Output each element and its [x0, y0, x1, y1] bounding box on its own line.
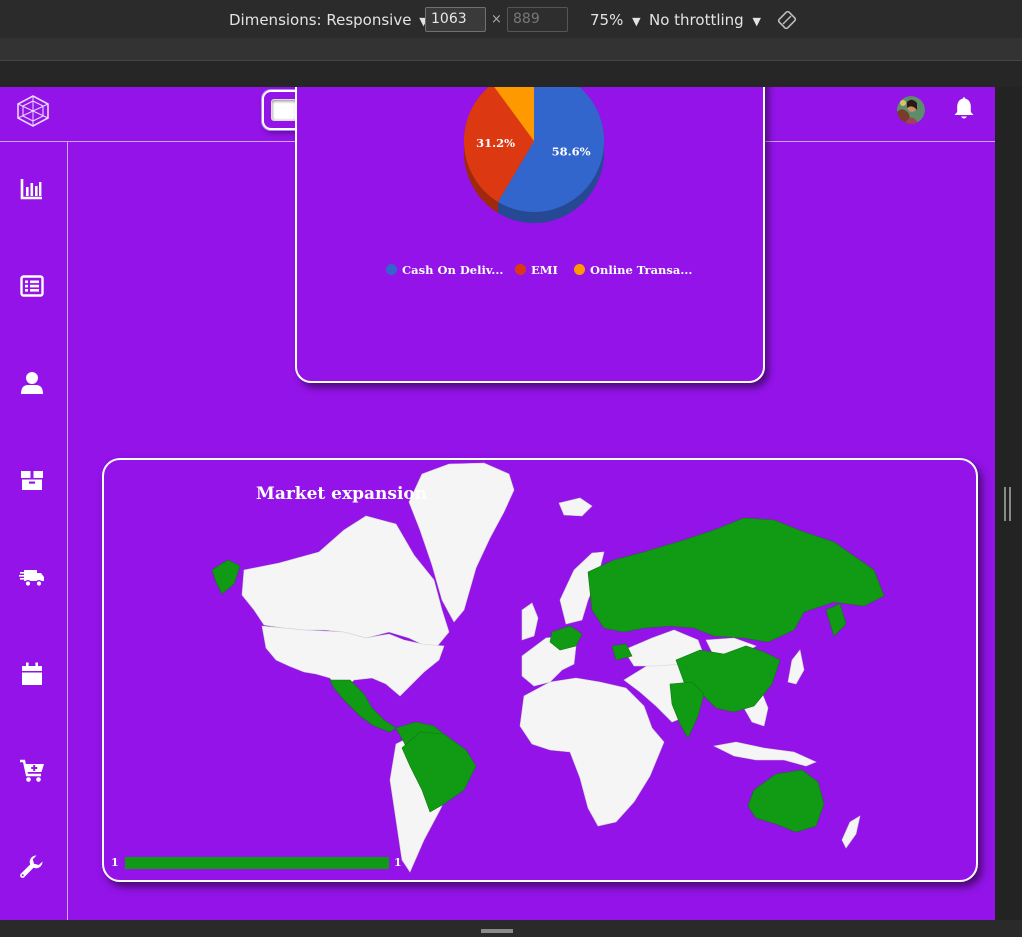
- height-input[interactable]: 889: [507, 7, 568, 32]
- sidebar: [0, 142, 68, 920]
- region-indonesia: [713, 741, 817, 767]
- legend-swatch: [515, 264, 526, 275]
- pie-slice-label: 31.2%: [476, 136, 515, 150]
- scale-max-label: 1: [394, 856, 402, 869]
- region-kamchatka: [825, 603, 847, 637]
- region-africa: [519, 677, 665, 827]
- world-map[interactable]: [104, 460, 976, 880]
- legend-item[interactable]: EMI: [515, 263, 558, 277]
- region-uk: [521, 602, 539, 641]
- legend-item[interactable]: Online Transa...: [574, 263, 692, 277]
- zoom-chevron-icon: ▼: [632, 15, 641, 28]
- region-mexico: [329, 679, 397, 733]
- box-icon[interactable]: [19, 467, 45, 493]
- width-input[interactable]: 1063: [425, 7, 486, 32]
- zoom-label: 75%: [590, 11, 624, 29]
- bell-icon[interactable]: [952, 95, 976, 121]
- device-toolbar: Dimensions: Responsive ▼ 1063 × 889 75% …: [0, 0, 1022, 38]
- avatar[interactable]: [897, 96, 925, 124]
- wrench-icon[interactable]: [19, 855, 45, 881]
- market-expansion-card: Market expansion 1 1: [102, 458, 978, 882]
- calendar-icon[interactable]: [19, 661, 45, 687]
- dimensions-label: Dimensions: Responsive: [229, 11, 412, 29]
- rotate-icon[interactable]: [777, 10, 797, 30]
- grip-icon: [481, 929, 513, 933]
- throttling-dropdown[interactable]: No throttling ▼: [649, 0, 761, 38]
- legend-swatch: [574, 264, 585, 275]
- color-scale-bar: [125, 857, 389, 869]
- cart-plus-icon[interactable]: [19, 758, 45, 784]
- media-query-ruler[interactable]: [0, 38, 1022, 61]
- map-title: Market expansion: [256, 484, 428, 504]
- region-iceland: [558, 497, 593, 517]
- payment-pie-chart: 58.6% 31.2%: [464, 87, 604, 223]
- pie-slice-label: 58.6%: [552, 144, 591, 158]
- list-icon[interactable]: [19, 273, 45, 299]
- legend-label: Online Transa...: [590, 263, 693, 277]
- legend-label: EMI: [531, 263, 558, 277]
- resize-handle-right[interactable]: [995, 87, 1022, 922]
- region-japan: [787, 649, 805, 685]
- zoom-dropdown[interactable]: 75% ▼: [590, 0, 641, 38]
- resize-handle-bottom[interactable]: [0, 920, 1022, 937]
- legend-item[interactable]: Cash On Deliv...: [386, 263, 503, 277]
- bar-chart-icon[interactable]: [19, 176, 45, 202]
- legend-swatch: [386, 264, 397, 275]
- region-new-zealand: [841, 815, 861, 849]
- app-viewport: 58.6% 31.2% Cash On Deliv... EMI Online Tra…: [0, 87, 995, 920]
- region-alaska: [211, 559, 241, 595]
- payment-method-card: 58.6% 31.2% Cash On Deliv... EMI Online Tra…: [295, 87, 765, 383]
- grip-icon: [1004, 487, 1011, 521]
- legend-label: Cash On Deliv...: [402, 263, 504, 277]
- throttling-chevron-icon: ▼: [752, 15, 761, 28]
- logo-icon[interactable]: [16, 95, 50, 127]
- region-india: [669, 681, 705, 739]
- times-sign: ×: [491, 12, 502, 27]
- dimensions-dropdown[interactable]: Dimensions: Responsive ▼: [229, 0, 428, 38]
- region-australia: [747, 769, 825, 833]
- scale-min-label: 1: [111, 856, 119, 869]
- user-icon[interactable]: [19, 370, 45, 396]
- throttling-label: No throttling: [649, 11, 744, 29]
- truck-icon[interactable]: [19, 564, 45, 590]
- device-frame-gap: [0, 61, 1022, 87]
